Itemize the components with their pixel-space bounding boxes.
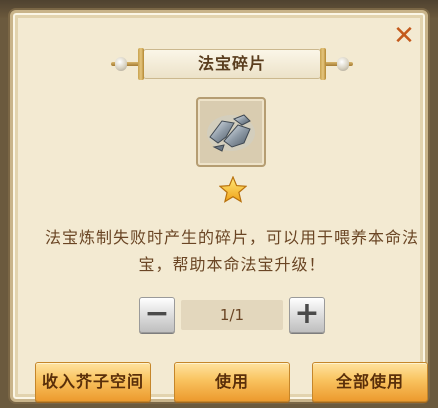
- use-all-button[interactable]: 全部使用: [312, 362, 428, 402]
- description-line: 法宝炼制失败时产生的碎片，可以用于喂养本命法: [44, 228, 419, 247]
- quantity-stepper: − 1/1 +: [139, 297, 325, 333]
- dialog-title: 法宝碎片: [138, 48, 326, 80]
- item-dialog: ✕ 法宝碎片 法宝炼制失败时产生的碎片，可以用于喂养本命法 宝，帮助本命法宝升级…: [10, 10, 428, 402]
- close-icon[interactable]: ✕: [391, 23, 417, 49]
- banner-knob-right: [337, 57, 349, 71]
- description-line: 宝，帮助本命法宝升级！: [138, 255, 326, 274]
- decrease-button[interactable]: −: [139, 297, 175, 333]
- use-button[interactable]: 使用: [174, 362, 290, 402]
- treasure-fragment-icon: [207, 114, 255, 152]
- store-button[interactable]: 收入芥子空间: [35, 362, 151, 402]
- star-icon: [219, 176, 247, 203]
- increase-button[interactable]: +: [289, 297, 325, 333]
- title-banner: 法宝碎片: [111, 48, 353, 80]
- item-description: 法宝炼制失败时产生的碎片，可以用于喂养本命法 宝，帮助本命法宝升级！: [39, 224, 425, 278]
- item-slot: [196, 97, 266, 167]
- banner-knob-left: [115, 57, 127, 71]
- quantity-value: 1/1: [181, 300, 283, 330]
